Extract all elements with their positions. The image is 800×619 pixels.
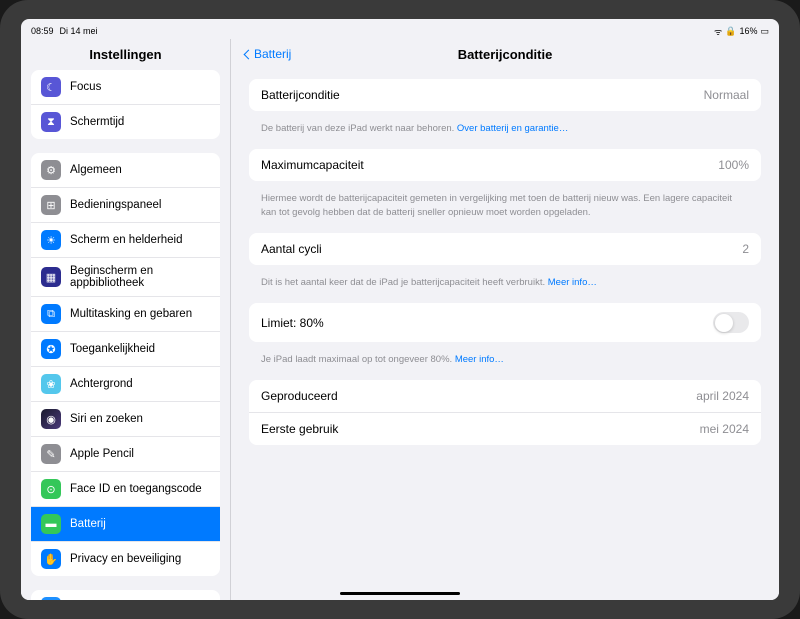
section-health: Batterijconditie Normaal	[249, 79, 761, 111]
cycles-more-link[interactable]: Meer info…	[548, 277, 597, 288]
row-manufactured: Geproduceerd april 2024	[249, 380, 761, 413]
ic-appstore-icon: Ⓐ	[41, 597, 61, 600]
row-value: Normaal	[704, 88, 749, 102]
sidebar-item-face-id-en-toegangscode[interactable]: ⊙ Face ID en toegangscode	[31, 472, 220, 507]
ic-control-icon: ⊞	[41, 195, 61, 215]
ic-battery-icon: ▬	[41, 514, 61, 534]
sidebar-item-label: Apple Pencil	[70, 448, 134, 460]
ic-hourglass-icon: ⧗	[41, 112, 61, 132]
lock-icon: 🔒	[725, 26, 736, 37]
sidebar-item-label: Focus	[70, 81, 101, 93]
row-label: Geproduceerd	[261, 389, 338, 403]
section-limit: Limiet: 80%	[249, 303, 761, 342]
row-cycles[interactable]: Aantal cycli 2	[249, 233, 761, 265]
row-value: 100%	[718, 158, 749, 172]
row-value: april 2024	[696, 389, 749, 403]
ic-siri-icon: ◉	[41, 409, 61, 429]
sidebar-item-app-store[interactable]: ⒶApp Store	[31, 590, 220, 600]
sidebar-item-label: Schermtijd	[70, 116, 124, 128]
limit-toggle[interactable]	[713, 312, 749, 333]
sidebar-item-toegankelijkheid[interactable]: ✪ Toegankelijkheid	[31, 332, 220, 367]
sidebar-group: ⚙ Algemeen ⊞ Bedieningspaneel ☀ Scherm en hel…	[31, 153, 220, 576]
row-limit: Limiet: 80%	[249, 303, 761, 342]
ic-privacy-icon: ✋	[41, 549, 61, 569]
battery-icon: ▭	[760, 26, 769, 37]
detail-body[interactable]: Batterijconditie Normaal De batterij van…	[231, 69, 779, 600]
ic-moon-icon: ☾	[41, 77, 61, 97]
ic-home-icon: ▦	[41, 267, 61, 287]
ic-gear-icon: ⚙	[41, 160, 61, 180]
section-capacity: Maximumcapaciteit 100%	[249, 149, 761, 181]
ic-multi-icon: ⧉	[41, 304, 61, 324]
ic-display-icon: ☀	[41, 230, 61, 250]
home-indicator[interactable]	[340, 592, 460, 596]
sidebar-item-label: Batterij	[70, 518, 106, 530]
sidebar-group: ☾ Focus ⧗ Schermtijd	[31, 70, 220, 139]
ic-pencil-icon: ✎	[41, 444, 61, 464]
sidebar-item-algemeen[interactable]: ⚙ Algemeen	[31, 153, 220, 188]
sidebar-item-multitasking-en-gebaren[interactable]: ⧉ Multitasking en gebaren	[31, 297, 220, 332]
section-cycles: Aantal cycli 2	[249, 233, 761, 265]
status-bar: 08:59 Di 14 mei ᯤ 🔒 16% ▭	[21, 19, 779, 39]
row-label: Aantal cycli	[261, 242, 322, 256]
wifi-icon: ᯤ	[714, 25, 722, 38]
row-label: Maximumcapaciteit	[261, 158, 364, 172]
ic-access-icon: ✪	[41, 339, 61, 359]
sidebar-item-label: Beginscherm en appbibliotheek	[70, 265, 210, 289]
sidebar-title: Instellingen	[21, 39, 230, 70]
status-date: Di 14 mei	[60, 26, 98, 36]
detail-header: Batterij Batterijconditie	[231, 39, 779, 69]
section-dates: Geproduceerd april 2024 Eerste gebruik m…	[249, 380, 761, 445]
sidebar-item-focus[interactable]: ☾ Focus	[31, 70, 220, 105]
sidebar-group: ⒶApp Store▭Wallet en Apple Pay	[31, 590, 220, 600]
row-capacity[interactable]: Maximumcapaciteit 100%	[249, 149, 761, 181]
detail-title: Batterijconditie	[458, 47, 553, 62]
sidebar-item-label: Algemeen	[70, 164, 122, 176]
sidebar-item-schermtijd[interactable]: ⧗ Schermtijd	[31, 105, 220, 139]
row-health[interactable]: Batterijconditie Normaal	[249, 79, 761, 111]
sidebar-item-siri-en-zoeken[interactable]: ◉ Siri en zoeken	[31, 402, 220, 437]
ic-wall-icon: ❀	[41, 374, 61, 394]
row-first-use: Eerste gebruik mei 2024	[249, 413, 761, 445]
sidebar-item-label: Scherm en helderheid	[70, 234, 183, 246]
sidebar-item-label: Toegankelijkheid	[70, 343, 155, 355]
detail-pane: Batterij Batterijconditie Batterijcondit…	[231, 39, 779, 600]
content-split: Instellingen ☾ Focus ⧗ Schermtijd ⚙ Algemeen…	[21, 39, 779, 600]
footnote: Dit is het aantal keer dat de iPad je ba…	[249, 271, 761, 303]
sidebar-item-achtergrond[interactable]: ❀ Achtergrond	[31, 367, 220, 402]
back-label: Batterij	[254, 47, 291, 61]
sidebar-item-label: Achtergrond	[70, 378, 133, 390]
limit-more-link[interactable]: Meer info…	[455, 354, 504, 365]
screen: 08:59 Di 14 mei ᯤ 🔒 16% ▭ Instellingen ☾…	[21, 19, 779, 600]
sidebar-item-scherm-en-helderheid[interactable]: ☀ Scherm en helderheid	[31, 223, 220, 258]
row-label: Batterijconditie	[261, 88, 340, 102]
battery-percent: 16%	[739, 26, 757, 36]
settings-sidebar: Instellingen ☾ Focus ⧗ Schermtijd ⚙ Algemeen…	[21, 39, 231, 600]
ic-faceid-icon: ⊙	[41, 479, 61, 499]
footnote: Je iPad laadt maximaal op tot ongeveer 8…	[249, 348, 761, 380]
ipad-frame: 08:59 Di 14 mei ᯤ 🔒 16% ▭ Instellingen ☾…	[0, 0, 800, 619]
status-time: 08:59	[31, 26, 54, 36]
sidebar-item-bedieningspaneel[interactable]: ⊞ Bedieningspaneel	[31, 188, 220, 223]
sidebar-item-label: Face ID en toegangscode	[70, 483, 202, 495]
sidebar-item-beginscherm-en-appbibliotheek[interactable]: ▦ Beginscherm en appbibliotheek	[31, 258, 220, 297]
back-button[interactable]: Batterij	[245, 47, 291, 61]
footnote: Hiermee wordt de batterijcapaciteit geme…	[249, 187, 761, 233]
sidebar-item-label: Multitasking en gebaren	[70, 308, 192, 320]
sidebar-item-label: Siri en zoeken	[70, 413, 143, 425]
sidebar-scroll[interactable]: ☾ Focus ⧗ Schermtijd ⚙ Algemeen ⊞ Bedieningspa…	[21, 70, 230, 600]
footnote: De batterij van deze iPad werkt naar beh…	[249, 117, 761, 149]
sidebar-item-label: Privacy en beveiliging	[70, 553, 181, 565]
row-value: mei 2024	[700, 422, 749, 436]
sidebar-item-apple-pencil[interactable]: ✎ Apple Pencil	[31, 437, 220, 472]
toggle-knob	[715, 314, 733, 332]
sidebar-item-privacy-en-beveiliging[interactable]: ✋ Privacy en beveiliging	[31, 542, 220, 576]
row-label: Limiet: 80%	[261, 316, 324, 330]
sidebar-item-label: Bedieningspaneel	[70, 199, 161, 211]
warranty-link[interactable]: Over batterij en garantie…	[457, 123, 568, 134]
row-value: 2	[742, 242, 749, 256]
chevron-left-icon	[244, 49, 254, 59]
row-label: Eerste gebruik	[261, 422, 338, 436]
sidebar-item-batterij[interactable]: ▬ Batterij	[31, 507, 220, 542]
